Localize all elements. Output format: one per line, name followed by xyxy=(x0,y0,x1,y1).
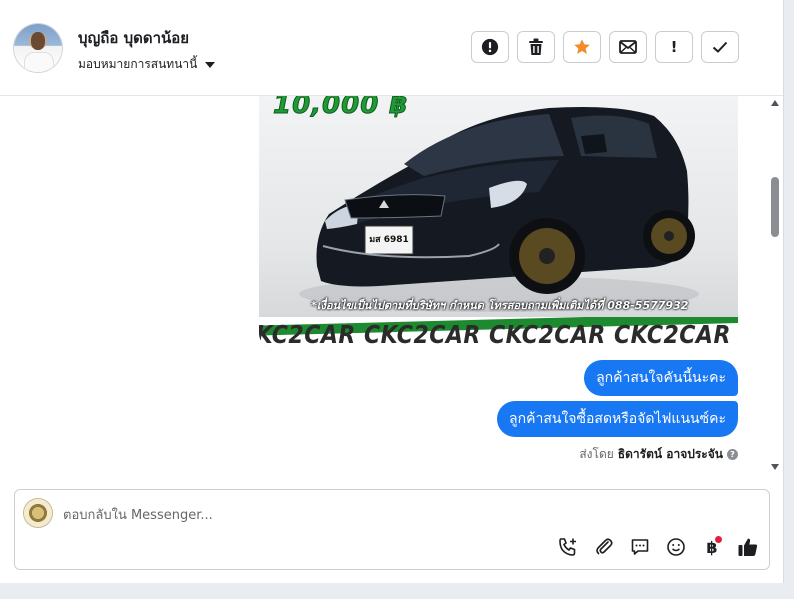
car-photo-message[interactable]: 10,000 ฿ มส 6981 *เงื่อนไขเป็นไปตามที่บร… xyxy=(259,96,738,351)
emoji-icon xyxy=(667,538,685,556)
mark-unread-button[interactable] xyxy=(609,31,647,63)
composer-tools: ฿ xyxy=(557,535,759,558)
promo-footnote: *เงื่อนไขเป็นไปตามที่บริษัทฯ กำหนด โทรสอ… xyxy=(311,299,689,312)
scroll-up-arrow-icon[interactable] xyxy=(771,100,779,106)
conversation-panel: บุญถือ บุดดาน้อย มอบหมายการสนทนานี้ ! 10… xyxy=(0,0,784,583)
emoji-button[interactable] xyxy=(665,536,687,558)
license-plate: มส 6981 xyxy=(369,235,409,245)
brand-strip: CKC2CAR CKC2CAR CKC2CAR CKC2CAR CKC2 xyxy=(259,317,738,351)
assign-label: มอบหมายการสนทนานี้ xyxy=(78,57,198,71)
conversation-toolbar: ! xyxy=(471,31,739,63)
thumbs-up-icon xyxy=(738,538,758,556)
reply-composer: ฿ xyxy=(14,489,770,570)
avatar-shirt xyxy=(24,52,54,72)
sent-by-label: ส่งโดย ธิดารัตน์ อาจประจัน ? xyxy=(579,445,738,464)
assign-conversation-dropdown[interactable]: มอบหมายการสนทนานี้ xyxy=(78,55,216,74)
help-icon[interactable]: ? xyxy=(727,449,738,460)
paperclip-icon xyxy=(596,538,613,555)
sent-by-name: ธิดารัตน์ อาจประจัน xyxy=(617,447,723,461)
exclamation-icon: ! xyxy=(670,38,678,56)
contact-name[interactable]: บุญถือ บุดดาน้อย xyxy=(78,26,189,50)
exclamation-circle-icon xyxy=(481,38,499,56)
chat-bubble-icon xyxy=(631,539,649,555)
call-button[interactable] xyxy=(557,536,579,558)
scrollbar-thumb[interactable] xyxy=(771,177,779,237)
message-thread: 10,000 ฿ มส 6981 *เงื่อนไขเป็นไปตามที่บร… xyxy=(0,96,768,476)
envelope-icon xyxy=(619,40,637,54)
star-button[interactable] xyxy=(563,31,601,63)
caret-down-icon xyxy=(205,61,216,68)
page-logo-avatar xyxy=(24,499,52,527)
delete-button[interactable] xyxy=(517,31,555,63)
check-icon xyxy=(712,41,728,53)
sent-by-prefix: ส่งโดย xyxy=(579,447,614,461)
conversation-header: บุญถือ บุดดาน้อย มอบหมายการสนทนานี้ ! xyxy=(0,0,783,96)
contact-avatar[interactable] xyxy=(14,24,62,72)
brand-strip-text: CKC2CAR CKC2CAR CKC2CAR CKC2CAR CKC2 xyxy=(259,321,738,350)
scroll-down-arrow-icon[interactable] xyxy=(771,464,779,470)
message-bubble[interactable]: ลูกค้าสนใจคันนี้นะคะ xyxy=(584,360,738,396)
notification-dot xyxy=(714,535,723,544)
like-button[interactable] xyxy=(737,536,759,558)
payment-button[interactable]: ฿ xyxy=(701,535,723,558)
follow-up-button[interactable]: ! xyxy=(655,31,693,63)
star-icon xyxy=(574,39,590,54)
report-button[interactable] xyxy=(471,31,509,63)
mark-done-button[interactable] xyxy=(701,31,739,63)
saved-replies-button[interactable] xyxy=(629,536,651,558)
message-bubble[interactable]: ลูกค้าสนใจซื้อสดหรือจัดไฟแนนซ์คะ xyxy=(497,401,738,437)
attach-button[interactable] xyxy=(593,536,615,558)
phone-add-icon xyxy=(559,538,576,556)
reply-input[interactable] xyxy=(63,504,753,526)
trash-icon xyxy=(529,38,543,55)
avatar-head xyxy=(31,32,45,50)
